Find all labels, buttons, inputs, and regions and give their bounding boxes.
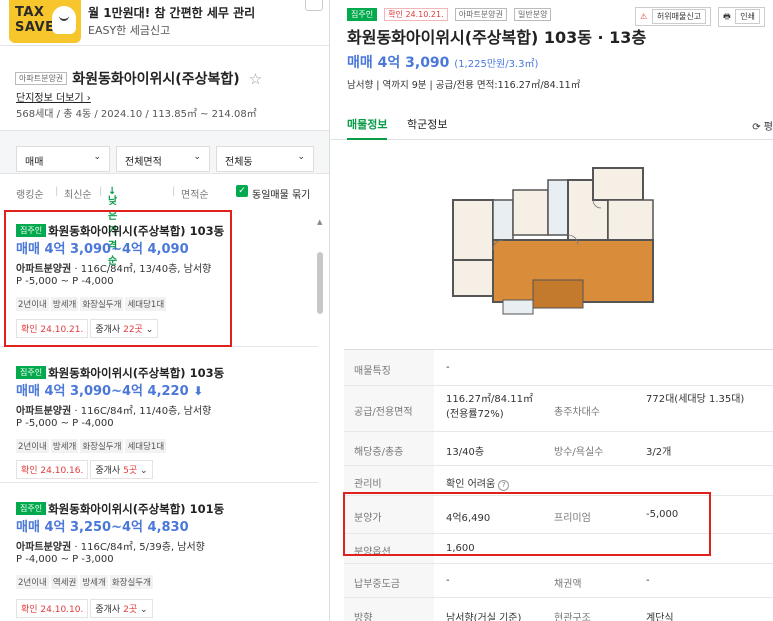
property-value: -	[646, 575, 650, 586]
print-button[interactable]: 🖶 인쇄	[718, 7, 765, 27]
group-same-label: 동일매물 묶기	[252, 190, 311, 201]
report-button[interactable]: ⚠ 허위매물신고	[635, 7, 712, 26]
property-label: 납부중도금	[344, 564, 434, 597]
listing-item[interactable]: 집주인 화원동화아이위시(주상복합) 101동 매매 4억 3,250~4억 4,…	[0, 484, 318, 621]
property-value: 116.27㎡/84.11㎡(전용률72%)	[446, 394, 533, 420]
chevron-down-icon: ⌄	[193, 152, 201, 162]
help-icon[interactable]: ?	[498, 480, 510, 491]
highlight-box	[343, 492, 711, 556]
property-label: 관리비	[344, 466, 434, 495]
building-select[interactable]: 전체동 ⌄	[216, 146, 314, 172]
tab-school-info[interactable]: 학군정보	[407, 116, 447, 132]
listing-item[interactable]: 집주인 화원동화아이위시(주상복합) 103동 매매 4억 3,090~4억 4,…	[0, 348, 318, 483]
sort-latest[interactable]: 최신순	[64, 186, 92, 201]
property-value: 확인 어려움 ?	[446, 475, 546, 491]
area-unit-toggle[interactable]: ⟳ 평	[752, 118, 773, 133]
property-row: 방향남서향(거실 기준) 현관구조 계단식	[344, 598, 773, 621]
property-row: 납부중도금 - 채권액 -	[344, 564, 773, 598]
banner-headline: 월 1만원대! 참 간편한 세무 관리	[88, 6, 256, 20]
highlight-box	[4, 210, 232, 347]
tax-save-logo: TAX SAVE	[9, 0, 81, 43]
property-label: 채권액	[554, 579, 582, 590]
logo-text-1: TAX	[15, 5, 45, 20]
agents-dropdown[interactable]: 중개사 2곳 ⌄	[90, 599, 153, 618]
property-label: 매물특징	[344, 350, 434, 385]
property-label: 총주차대수	[554, 407, 600, 418]
detail-info: 남서향 | 역까지 9분 | 공급/전용 면적:116.27㎡/84.11㎡	[347, 80, 581, 91]
banner-close-button[interactable]	[305, 0, 323, 11]
mascot-icon	[52, 6, 76, 34]
property-label: 공급/전용면적	[344, 386, 434, 431]
complex-summary: 568세대 / 총 4동 / 2024.10 / 113.85㎡ ~ 214.0…	[16, 109, 257, 120]
area-select[interactable]: 전체면적 ⌄	[116, 146, 210, 172]
complex-info-link[interactable]: 단지정보 더보기 ›	[16, 89, 91, 104]
sort-ranking[interactable]: 랭킹순	[16, 186, 44, 201]
property-value: 남서향(거실 기준)	[446, 613, 522, 621]
list-scrollbar[interactable]: ▲	[316, 212, 324, 621]
complex-header: 아파트분양권 화원동화아이위시(주상복합) ☆	[15, 68, 262, 89]
listing-panel: TAX SAVE 월 1만원대! 참 간편한 세무 관리 EASY한 세금신고 …	[0, 0, 330, 621]
property-value: 13/40층	[446, 447, 485, 458]
property-label: 해당층/총층	[344, 432, 434, 465]
listing-price: 매매 4억 3,090~4억 4,220 ⬇	[16, 384, 204, 399]
property-label: 방수/욕실수	[554, 447, 604, 458]
property-row: 매물특징 -	[344, 350, 773, 386]
property-value: 계단식	[646, 613, 674, 621]
property-value: 772대(세대당 1.35대)	[646, 394, 745, 405]
trade-type-select[interactable]: 매매 ⌄	[16, 146, 110, 172]
detail-toolbar: ⚠ 허위매물신고 🖶 인쇄	[633, 4, 765, 27]
filter-bar: 매매 ⌄ 전체면적 ⌄ 전체동 ⌄	[0, 130, 329, 174]
favorite-star-icon[interactable]: ☆	[249, 70, 262, 88]
group-same-checkbox[interactable]: ✓	[236, 185, 248, 197]
property-label: 방향	[344, 598, 434, 621]
floor-plan-image[interactable]	[443, 160, 663, 322]
logo-text-2: SAVE	[15, 20, 55, 35]
property-label: 현관구조	[554, 613, 591, 621]
chevron-down-icon: ⌄	[297, 152, 305, 162]
sort-low-price[interactable]: 낮은가격순 ↓	[108, 186, 117, 267]
ad-banner[interactable]: TAX SAVE 월 1만원대! 참 간편한 세무 관리 EASY한 세금신고	[0, 0, 329, 46]
scroll-up-icon: ▲	[317, 218, 323, 226]
detail-tabs: 매물정보 학군정보 ⟳ 평	[331, 108, 773, 140]
arrow-down-icon: ⬇	[193, 384, 204, 398]
complex-type-tag: 아파트분양권	[15, 72, 68, 85]
detail-panel: 집주인 확인 24.10.21. 아파트분양권 일반분양 ⚠ 허위매물신고 🖶 …	[331, 0, 773, 621]
detail-tags: 집주인 확인 24.10.21. 아파트분양권 일반분양	[347, 4, 553, 23]
property-info-table: 매물특징 - 공급/전용면적 116.27㎡/84.11㎡(전용률72%) 총주차대수 7…	[344, 349, 773, 621]
property-value: -	[446, 575, 450, 586]
sort-area[interactable]: 면적순	[181, 186, 209, 201]
banner-subtext: EASY한 세금신고	[88, 24, 171, 37]
property-row: 공급/전용면적 116.27㎡/84.11㎡(전용률72%) 총주차대수 772대(세…	[344, 386, 773, 432]
property-value: 3/2개	[646, 447, 672, 458]
detail-title: 화원동화아이위시(주상복합) 103동 · 13층	[347, 28, 647, 47]
sort-bar: 랭킹순 | 최신순 | 낮은가격순 ↓ | 면적순 ✓ 동일매물 묶기	[16, 185, 311, 267]
scroll-thumb[interactable]	[317, 252, 323, 314]
app-root: TAX SAVE 월 1만원대! 참 간편한 세무 관리 EASY한 세금신고 …	[0, 0, 773, 621]
chevron-down-icon: ⌄	[93, 152, 101, 162]
property-row: 해당층/총층 13/40층 방수/욕실수 3/2개	[344, 432, 773, 466]
detail-price: 매매 4억 3,090 (1,225만원/3.3㎡)	[347, 55, 539, 71]
property-value: -	[446, 362, 450, 373]
tab-listing-info[interactable]: 매물정보	[347, 116, 388, 140]
agents-dropdown[interactable]: 중개사 5곳 ⌄	[90, 460, 153, 479]
complex-name: 화원동화아이위시(주상복합)	[72, 71, 240, 88]
